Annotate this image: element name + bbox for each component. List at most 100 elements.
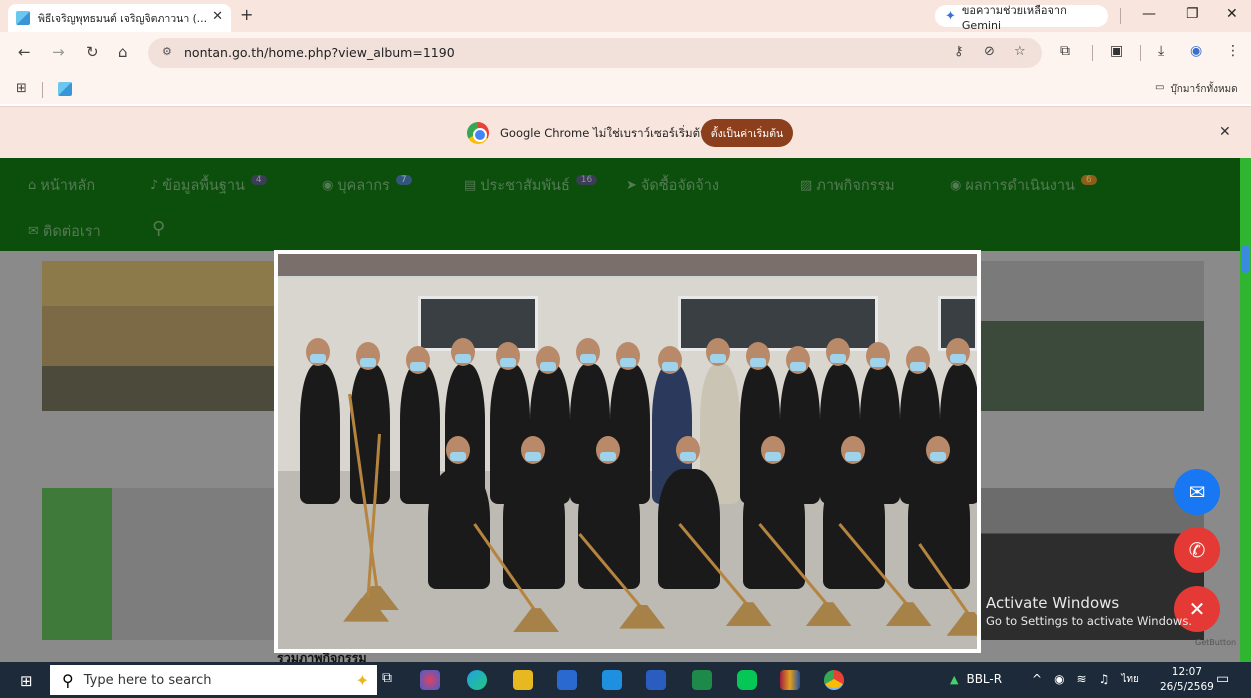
scrollbar-thumb[interactable] <box>1241 245 1250 273</box>
nav-pr[interactable]: ▤ ประชาสัมพันธ์ 16 <box>464 174 598 197</box>
call-button[interactable]: ✆ <box>1174 527 1220 573</box>
trend-up-icon: ▲ <box>950 672 959 686</box>
thumbnail-image <box>980 261 1204 411</box>
site-info-icon[interactable]: ⚙ <box>162 45 172 58</box>
face-mask <box>950 354 966 363</box>
excel-icon[interactable] <box>692 670 712 690</box>
bookmarks-bar: ⊞ ▭ บุ๊กมาร์กทั้งหมด <box>0 74 1251 104</box>
file-explorer-icon[interactable] <box>513 670 533 690</box>
nav-performance[interactable]: ◉ ผลการดำเนินงาน 6 <box>950 174 1097 197</box>
set-default-button[interactable]: ตั้งเป็นค่าเริ่มต้น <box>701 119 793 147</box>
face-mask <box>870 358 886 367</box>
menu-kebab-icon[interactable]: ⋮ <box>1226 43 1240 59</box>
tab-close-icon[interactable]: ✕ <box>212 9 223 24</box>
activate-windows-watermark: Activate Windows Go to Settings to activ… <box>986 594 1192 628</box>
bookmark-star-icon[interactable]: ☆ <box>1014 44 1026 59</box>
meet-icon[interactable]: ◉ <box>1054 672 1064 687</box>
address-bar[interactable]: ⚙ nontan.go.th/home.php?view_album=1190 … <box>148 38 1042 68</box>
url-text[interactable]: nontan.go.th/home.php?view_album=1190 <box>184 45 455 60</box>
taskbar-search[interactable]: ⚲ Type here to search ✦ <box>50 665 377 695</box>
minimize-icon[interactable]: — <box>1142 6 1156 22</box>
face-mask <box>310 354 326 363</box>
phone-icon: ✆ <box>1188 538 1206 562</box>
mail-icon[interactable] <box>602 670 622 690</box>
face-mask <box>930 452 946 461</box>
reading-list-icon[interactable]: ▣ <box>1110 43 1123 59</box>
face-mask <box>525 452 541 461</box>
password-key-icon[interactable]: ⚷ <box>954 44 964 59</box>
wifi-icon[interactable]: ≋ <box>1077 672 1087 687</box>
broom-head <box>946 611 977 636</box>
album-thumbnail[interactable] <box>42 261 276 411</box>
face-mask <box>410 362 426 371</box>
image-icon: ▨ <box>800 178 813 193</box>
gemini-button[interactable]: ✦ ขอความช่วยเหลือจาก Gemini <box>935 4 1108 32</box>
nav-activity-photos[interactable]: ▨ ภาพกิจกรรม <box>800 174 895 197</box>
notification-icon[interactable]: ▭ <box>1216 671 1229 687</box>
forward-icon[interactable]: → <box>52 43 65 61</box>
restore-icon[interactable]: ❐ <box>1186 6 1199 22</box>
download-icon[interactable]: ⤓ <box>1158 43 1164 59</box>
close-window-icon[interactable]: ✕ <box>1226 6 1238 22</box>
broom-head <box>805 602 852 627</box>
windows-start-icon[interactable]: ⊞ <box>20 672 33 690</box>
chrome-logo-icon <box>467 122 489 144</box>
clock[interactable]: 12:07 26/5/2569 <box>1160 665 1214 695</box>
getbutton-label[interactable]: GetButton <box>1195 638 1236 647</box>
gemini-icon: ✦ <box>945 8 956 24</box>
task-view-icon[interactable]: ⧉ <box>382 670 402 690</box>
word-icon[interactable] <box>646 670 666 690</box>
broom-head <box>725 602 772 627</box>
bookmark-favicon-icon[interactable] <box>58 82 72 96</box>
gemini-label: ขอความช่วยเหลือจาก Gemini <box>961 3 1067 32</box>
winrar-icon[interactable] <box>780 670 800 690</box>
volume-icon[interactable]: ♫ <box>1099 672 1110 687</box>
nav-procurement[interactable]: ➤ จัดซื้อจัดจ้าง <box>626 174 719 197</box>
nav-personnel[interactable]: ◉ บุคลากร 7 <box>322 174 412 197</box>
all-bookmarks[interactable]: ▭ บุ๊กมาร์กทั้งหมด <box>1155 82 1238 97</box>
reload-icon[interactable]: ↻ <box>86 43 99 61</box>
divider <box>1140 45 1141 61</box>
home-icon[interactable]: ⌂ <box>118 43 128 61</box>
nav-basic-info[interactable]: ♪ ข้อมูลพื้นฐาน 4 <box>150 174 267 197</box>
chevron-up-icon[interactable]: ^ <box>1032 672 1042 687</box>
copilot-icon[interactable] <box>420 670 440 690</box>
album-thumbnail[interactable] <box>42 488 276 640</box>
nav-home[interactable]: ⌂ หน้าหลัก <box>28 174 95 197</box>
person-figure <box>428 469 490 589</box>
stock-widget[interactable]: ▲ BBL-R <box>950 672 1002 686</box>
edge-icon[interactable] <box>467 670 487 690</box>
lightbox-photo <box>278 254 977 649</box>
face-mask <box>830 354 846 363</box>
new-tab-button[interactable]: + <box>240 5 253 24</box>
default-browser-infobar: Google Chrome ไม่ใช่เบราว์เซอร์เริ่มต้น … <box>0 106 1251 158</box>
search-highlight-icon[interactable]: ✦ <box>356 671 369 690</box>
language-indicator[interactable]: ไทย <box>1121 672 1138 687</box>
messenger-button[interactable]: ✉ <box>1174 469 1220 515</box>
search-icon[interactable]: ⚲ <box>152 218 165 239</box>
nav-contact[interactable]: ✉ ติดต่อเรา <box>28 220 101 243</box>
newspaper-icon: ▤ <box>464 178 477 193</box>
infobar-close-icon[interactable]: ✕ <box>1219 124 1231 140</box>
apps-grid-icon[interactable]: ⊞ <box>16 81 27 96</box>
broom-head <box>885 602 932 627</box>
extensions-icon[interactable]: ⧉ <box>1060 43 1070 59</box>
user-circle-icon: ◉ <box>950 178 962 193</box>
activate-title: Activate Windows <box>986 594 1120 612</box>
active-tab[interactable]: พิธีเจริญพุทธมนต์ เจริญจิตภาวนา (… ✕ <box>8 4 231 32</box>
chrome-taskbar-icon[interactable] <box>824 670 844 690</box>
scrollbar-track[interactable] <box>1240 158 1251 662</box>
lightbox-modal[interactable] <box>274 250 981 653</box>
album-thumbnail[interactable] <box>980 261 1204 411</box>
person-figure <box>300 364 340 504</box>
bell-icon: ♪ <box>150 178 159 193</box>
store-icon[interactable] <box>557 670 577 690</box>
back-icon[interactable]: ← <box>18 43 31 61</box>
line-icon[interactable] <box>737 670 757 690</box>
eye-off-icon[interactable]: ⊘ <box>984 44 995 59</box>
broom-head <box>619 604 666 629</box>
browser-toolbar: ← → ↻ ⌂ ⚙ nontan.go.th/home.php?view_alb… <box>0 32 1251 74</box>
profile-icon[interactable]: ◉ <box>1190 43 1202 59</box>
windows-taskbar: ⊞ ⚲ Type here to search ✦ ⧉ ▲ BBL-R ^ ◉ … <box>0 662 1251 698</box>
envelope-icon: ✉ <box>28 224 39 239</box>
